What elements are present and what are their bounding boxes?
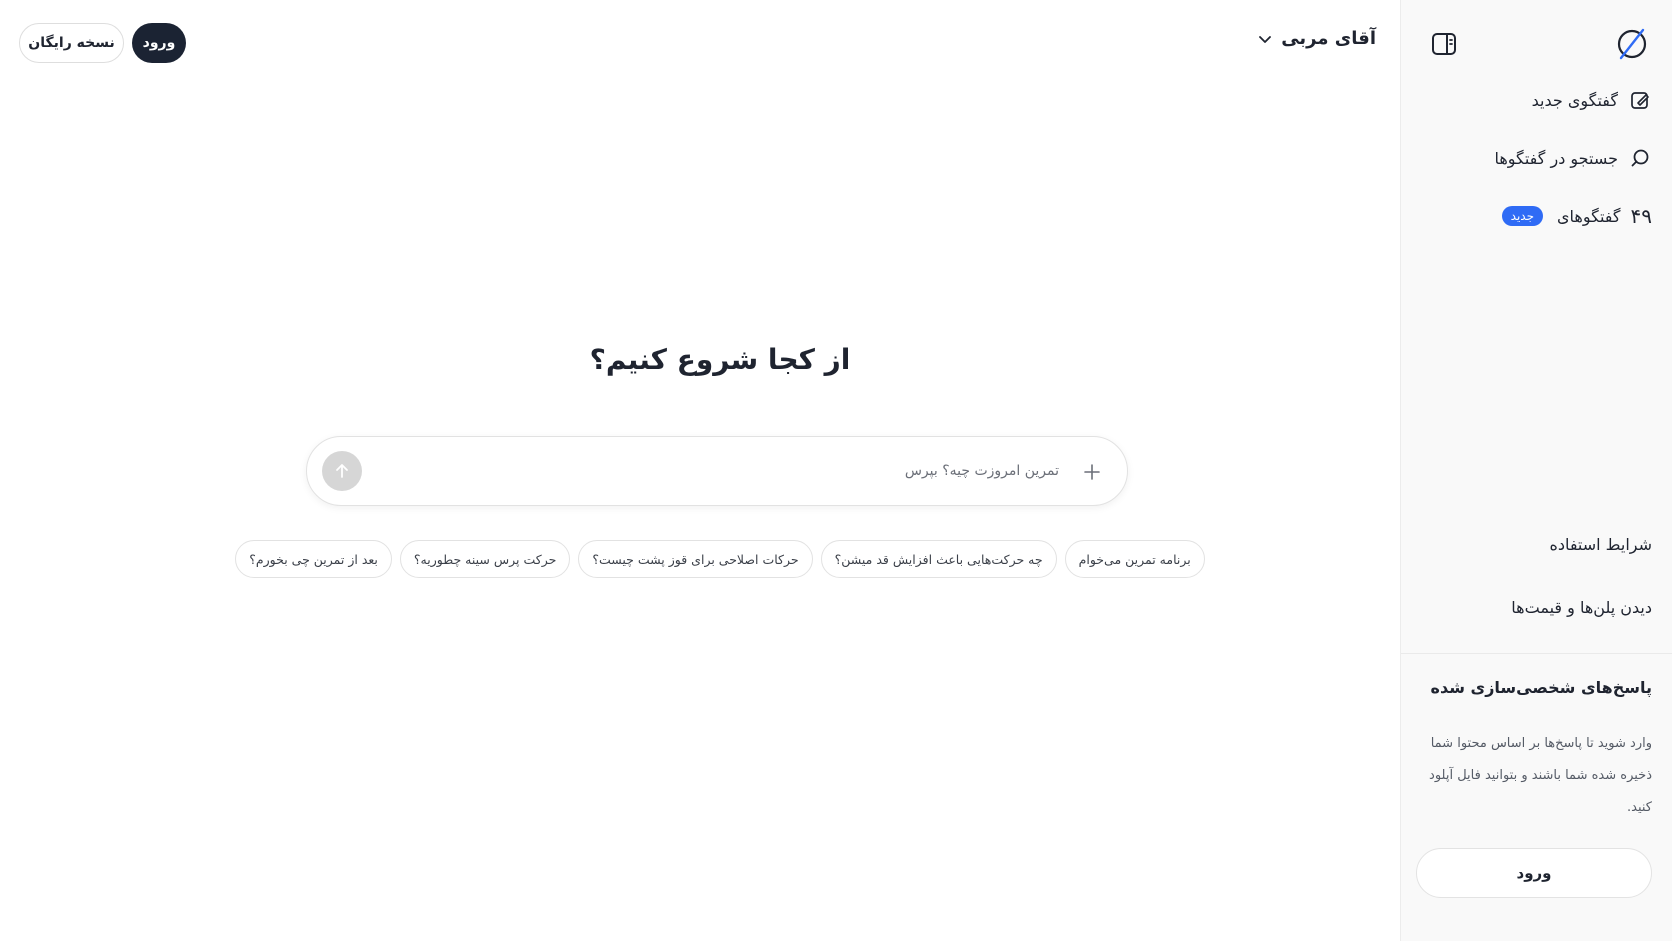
- suggestion-chip[interactable]: حرکت پرس سینه چطوریه؟: [399, 540, 571, 578]
- promo-text: وارد شوید تا پاسخ‌ها بر اساس محتوا‌ شما …: [1429, 736, 1652, 815]
- page-title: از کجا شروع کنیم؟: [589, 343, 851, 376]
- sidebar-item-label: جستجو در گفتگوها: [1494, 148, 1618, 168]
- app: ورود نسخه رایگان آقای مربی از کجا شروع ک…: [0, 0, 1672, 941]
- suggestion-chip[interactable]: حرکات اصلاحی برای قوز پشت چیست؟: [578, 540, 813, 578]
- model-selector[interactable]: آقای مربی: [1257, 28, 1376, 49]
- sidebar-item-search[interactable]: جستجو در گفتگوها: [1494, 146, 1652, 170]
- composer: [306, 436, 1128, 506]
- suggestion-chips: برنامه تمرین می‌خوام چه حرکت‌هایی باعث ا…: [0, 540, 1440, 578]
- model-name: آقای مربی: [1281, 28, 1376, 49]
- sidebar-toggle-button[interactable]: [1427, 27, 1461, 61]
- suggestion-chip[interactable]: چه حرکت‌هایی باعث افزایش قد میشن؟: [820, 540, 1057, 578]
- attach-button[interactable]: [1079, 459, 1105, 485]
- chats-count: ۴۹: [1630, 204, 1652, 228]
- sidebar-header: [1401, 22, 1672, 66]
- login-button[interactable]: ورود: [132, 23, 186, 63]
- suggestion-chip[interactable]: برنامه تمرین می‌خوام: [1064, 540, 1205, 578]
- sidebar-toggle-icon: [1430, 30, 1458, 58]
- new-badge: جدید: [1501, 206, 1544, 226]
- edit-icon: [1628, 88, 1652, 112]
- promo-title: پاسخ‌های شخصی‌سازی شده: [1430, 678, 1652, 697]
- sidebar-item-chats[interactable]: ۴۹ گفتگوهای جدید: [1501, 204, 1652, 228]
- sidebar-divider: [1401, 653, 1672, 654]
- sidebar: گفتگوی جدید جستجو در گفتگوها ۴۹ گفتگوهای…: [1400, 0, 1672, 941]
- suggestion-chip[interactable]: بعد از تمرین چی بخورم؟: [235, 540, 392, 578]
- plus-icon: [1083, 463, 1101, 481]
- chevron-down-icon: [1257, 31, 1273, 47]
- plans-link[interactable]: دیدن پلن‌ها و قیمت‌ها: [1511, 598, 1652, 617]
- sidebar-item-label: گفتگوهای: [1557, 206, 1621, 226]
- main-area: ورود نسخه رایگان آقای مربی از کجا شروع ک…: [0, 0, 1400, 941]
- free-version-button[interactable]: نسخه رایگان: [19, 23, 124, 63]
- slashed-circle-logo-icon[interactable]: [1612, 24, 1652, 64]
- promo-login-button[interactable]: ورود: [1416, 848, 1652, 898]
- sidebar-item-new-chat[interactable]: گفتگوی جدید: [1532, 88, 1652, 112]
- arrow-up-icon: [333, 462, 351, 480]
- terms-link[interactable]: شرایط استفاده: [1549, 535, 1652, 554]
- prompt-input[interactable]: [501, 457, 1061, 485]
- send-button[interactable]: [322, 451, 362, 491]
- sidebar-item-label: گفتگوی جدید: [1531, 90, 1618, 110]
- search-icon: [1628, 146, 1652, 170]
